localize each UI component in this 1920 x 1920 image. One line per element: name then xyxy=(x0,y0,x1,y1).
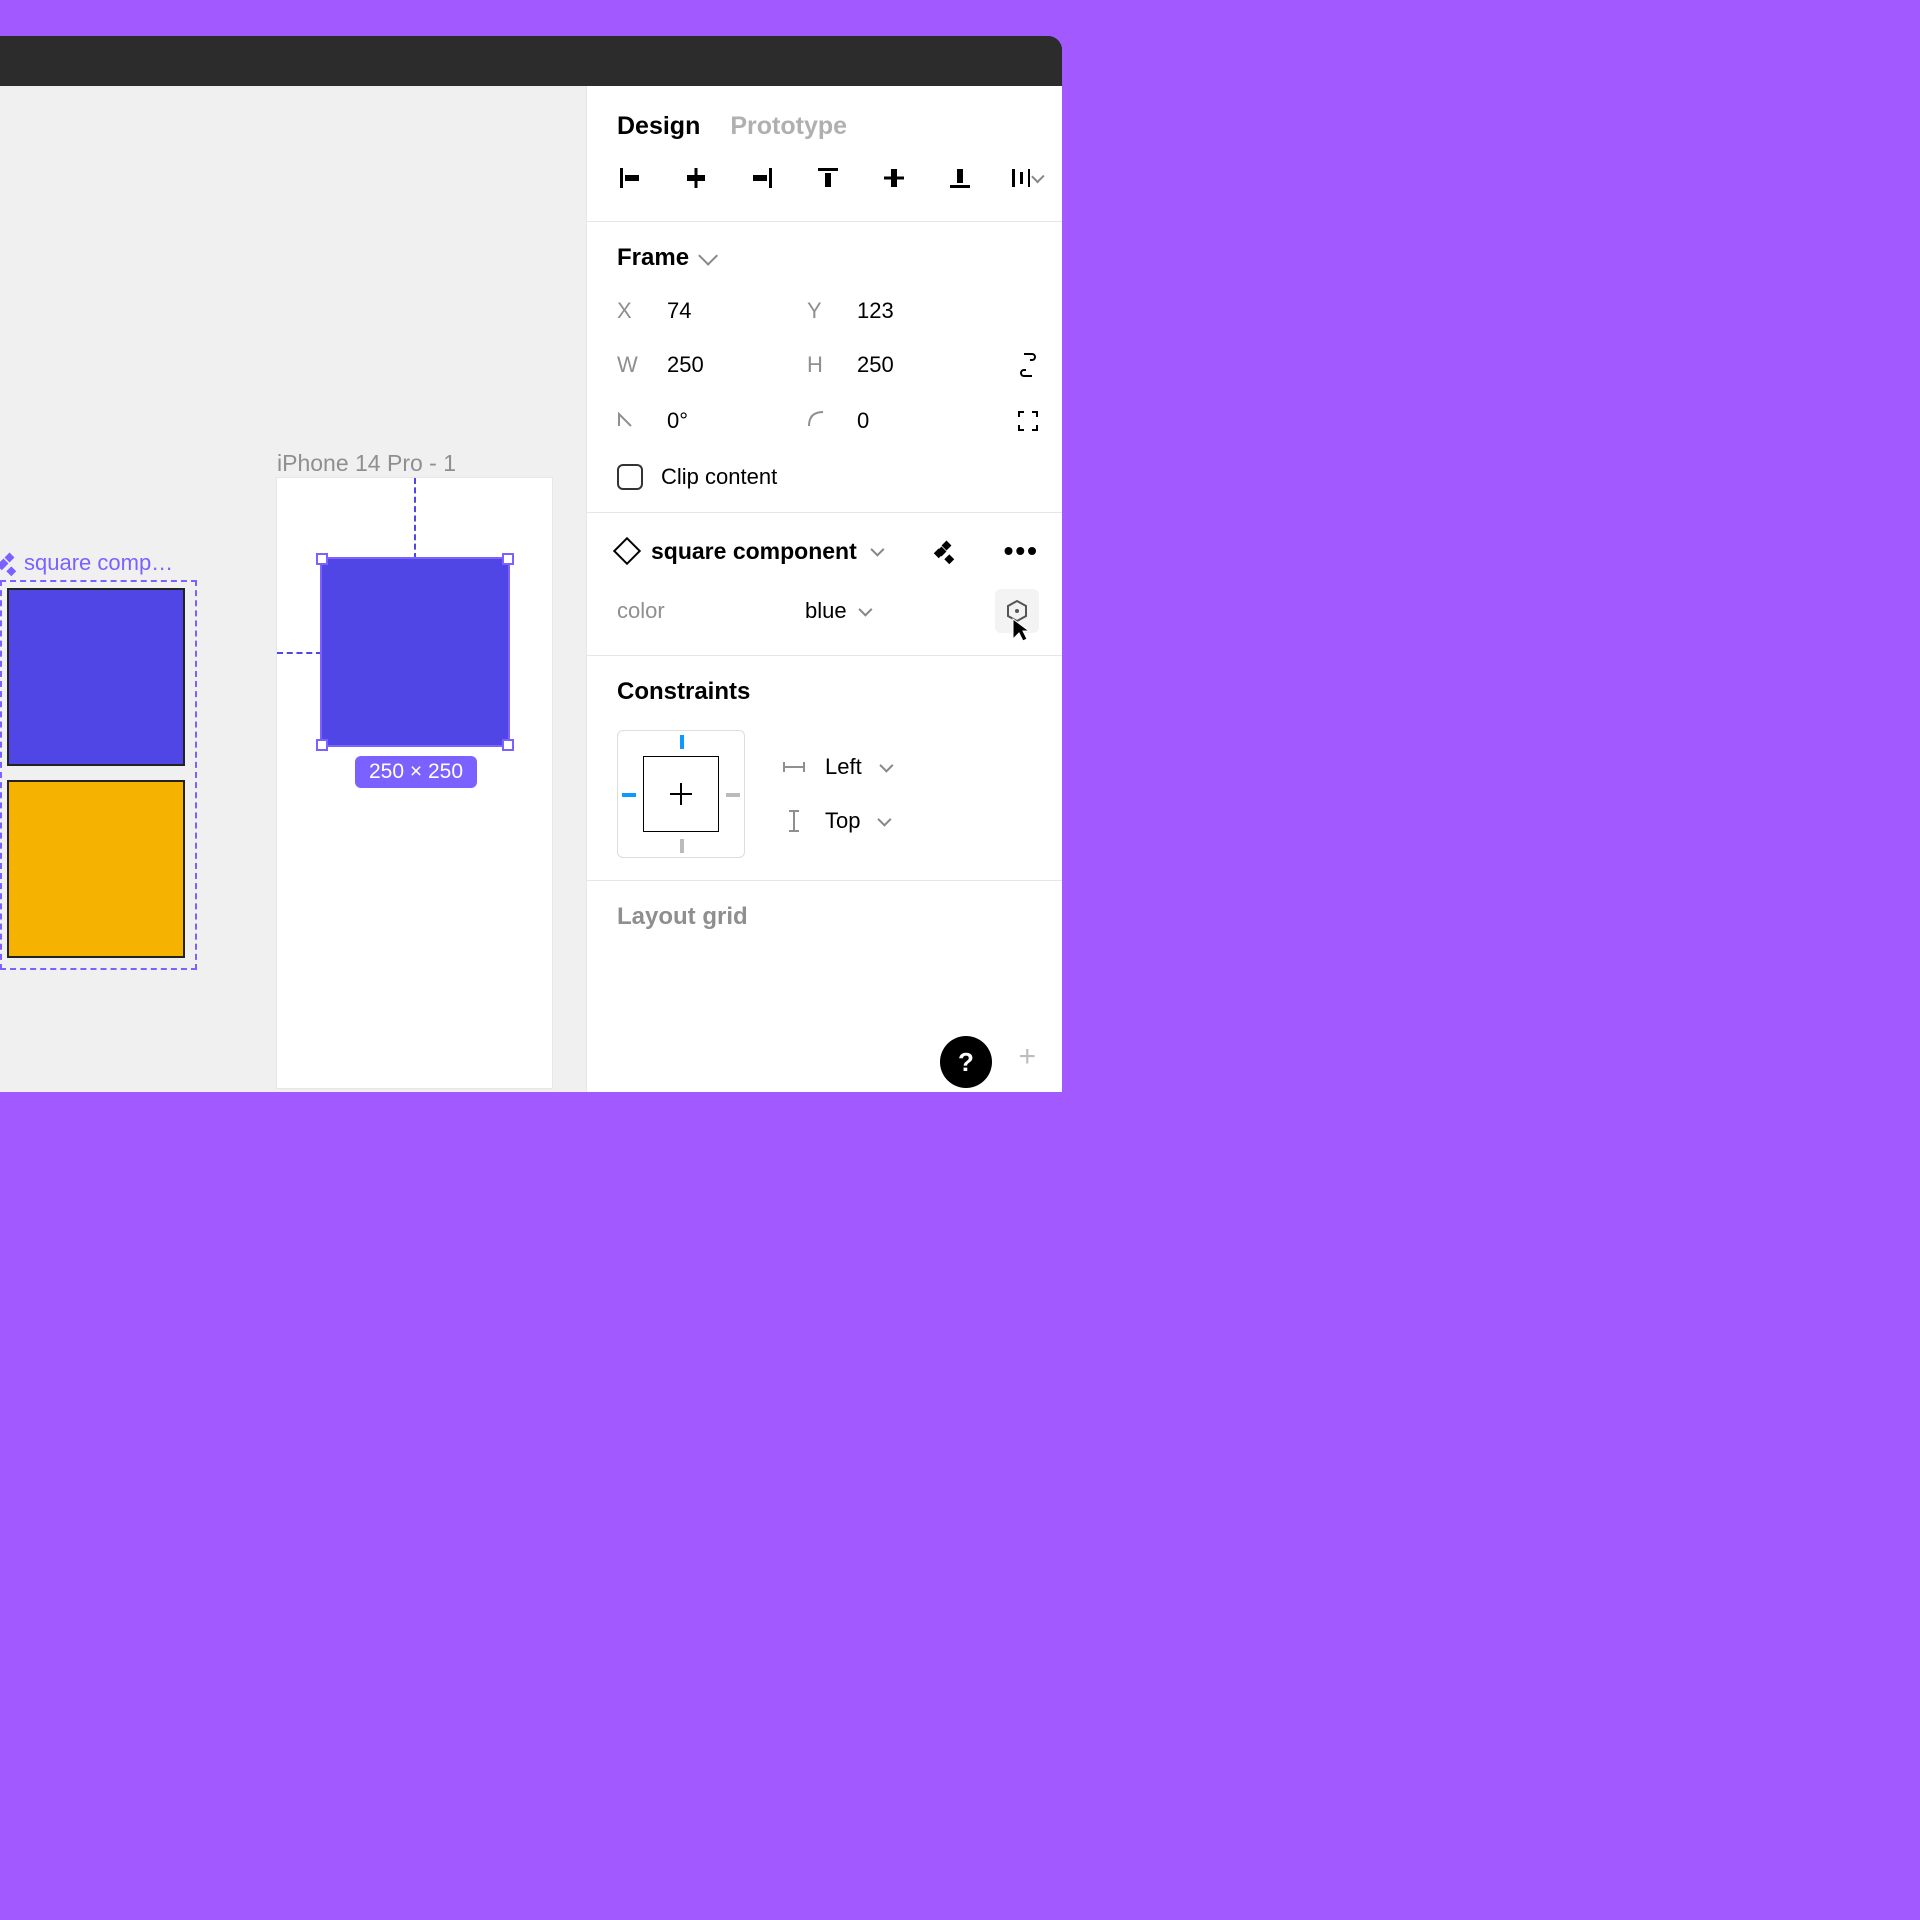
apply-variable-button[interactable] xyxy=(995,589,1039,633)
selection-dimensions-badge: 250 × 250 xyxy=(355,756,477,788)
inspector-panel: Design Prototype xyxy=(586,86,1062,1092)
y-position-field[interactable]: Y 123 xyxy=(807,298,997,324)
horizontal-constraint-value: Left xyxy=(825,754,862,780)
x-value: 74 xyxy=(667,298,691,324)
independent-corners-button[interactable] xyxy=(1017,406,1039,436)
constraint-left-tick xyxy=(622,793,636,797)
chevron-down-icon xyxy=(1031,170,1044,183)
width-field[interactable]: W 250 xyxy=(617,350,807,380)
more-options-button[interactable]: ••• xyxy=(1004,535,1039,567)
design-canvas[interactable]: iPhone 14 Pro - 1 250 × 250 square comp… xyxy=(0,86,586,1092)
spacing-guide-horizontal xyxy=(277,652,322,654)
align-v-center-button[interactable] xyxy=(879,163,909,193)
resize-handle-top-right[interactable] xyxy=(502,553,514,565)
constraint-right-tick xyxy=(726,793,740,797)
resize-handle-bottom-left[interactable] xyxy=(316,739,328,751)
spacing-guide-vertical xyxy=(414,478,416,559)
corner-radius-field[interactable]: 0 xyxy=(807,406,997,436)
h-label: H xyxy=(807,352,831,378)
corner-radius-icon xyxy=(807,408,831,434)
horizontal-constraint-select[interactable]: Left xyxy=(781,754,890,780)
align-left-button[interactable] xyxy=(615,163,645,193)
layout-grid-title: Layout grid xyxy=(617,903,748,931)
app-body: iPhone 14 Pro - 1 250 × 250 square comp… xyxy=(0,86,1062,1092)
component-set-label[interactable]: square comp… xyxy=(0,550,173,576)
panel-tabs: Design Prototype xyxy=(587,86,1062,163)
align-right-button[interactable] xyxy=(747,163,777,193)
alignment-controls xyxy=(587,163,1062,221)
chevron-down-icon[interactable] xyxy=(870,543,884,557)
rotation-value: 0° xyxy=(667,408,688,434)
plus-icon-v xyxy=(680,783,682,805)
align-top-button[interactable] xyxy=(813,163,843,193)
height-field[interactable]: H 250 xyxy=(807,350,997,380)
chevron-down-icon[interactable] xyxy=(858,603,872,617)
variant-yellow[interactable] xyxy=(7,780,185,958)
variant-prop-label: color xyxy=(617,598,805,624)
clip-content-label: Clip content xyxy=(661,464,777,490)
go-to-main-component-button[interactable] xyxy=(938,542,956,560)
add-layout-grid-button[interactable]: + xyxy=(1018,1040,1036,1074)
constraints-diagram[interactable] xyxy=(617,730,745,858)
y-value: 123 xyxy=(857,298,894,324)
instance-icon xyxy=(613,537,641,565)
y-label: Y xyxy=(807,298,831,324)
tab-design[interactable]: Design xyxy=(617,112,700,141)
variant-blue[interactable] xyxy=(7,588,185,766)
align-h-center-button[interactable] xyxy=(681,163,711,193)
chevron-down-icon xyxy=(698,246,718,266)
tab-prototype[interactable]: Prototype xyxy=(730,112,847,141)
constraint-bottom-tick xyxy=(680,839,684,853)
w-value: 250 xyxy=(667,352,704,378)
corner-radius-value: 0 xyxy=(857,408,869,434)
x-label: X xyxy=(617,298,641,324)
clip-content-checkbox[interactable] xyxy=(617,464,643,490)
frame-section-title: Frame xyxy=(617,244,689,272)
constrain-proportions-button[interactable] xyxy=(1017,350,1039,380)
constraints-title: Constraints xyxy=(617,678,750,705)
layout-grid-section: Layout grid xyxy=(587,880,1062,981)
chevron-down-icon xyxy=(879,759,893,773)
component-section: square component ••• color blue xyxy=(587,512,1062,655)
vertical-constraint-select[interactable]: Top xyxy=(781,808,890,834)
component-set-name: square comp… xyxy=(24,550,173,576)
component-name[interactable]: square component xyxy=(651,538,857,565)
frame-section: Frame X 74 Y 123 W 250 xyxy=(587,221,1062,512)
resize-handle-bottom-right[interactable] xyxy=(502,739,514,751)
horizontal-constraint-icon xyxy=(781,760,807,774)
vertical-constraint-icon xyxy=(781,809,807,833)
align-bottom-button[interactable] xyxy=(945,163,975,193)
help-button[interactable]: ? xyxy=(940,1036,992,1088)
rotation-icon xyxy=(617,408,641,434)
selected-component-instance[interactable] xyxy=(322,559,508,745)
h-value: 250 xyxy=(857,352,894,378)
resize-handle-top-left[interactable] xyxy=(316,553,328,565)
component-icon xyxy=(0,554,18,572)
distribute-button[interactable] xyxy=(1011,163,1041,193)
app-window: iPhone 14 Pro - 1 250 × 250 square comp… xyxy=(0,36,1062,1092)
w-label: W xyxy=(617,352,641,378)
constraints-section: Constraints xyxy=(587,655,1062,880)
constraint-top-tick xyxy=(680,735,684,749)
vertical-constraint-value: Top xyxy=(825,808,860,834)
x-position-field[interactable]: X 74 xyxy=(617,298,807,324)
frame-name-label[interactable]: iPhone 14 Pro - 1 xyxy=(277,450,456,477)
frame-section-header[interactable]: Frame xyxy=(617,244,1039,272)
rotation-field[interactable]: 0° xyxy=(617,406,807,436)
variant-prop-value[interactable]: blue xyxy=(805,598,847,624)
chevron-down-icon xyxy=(878,813,892,827)
window-titlebar xyxy=(0,36,1062,86)
